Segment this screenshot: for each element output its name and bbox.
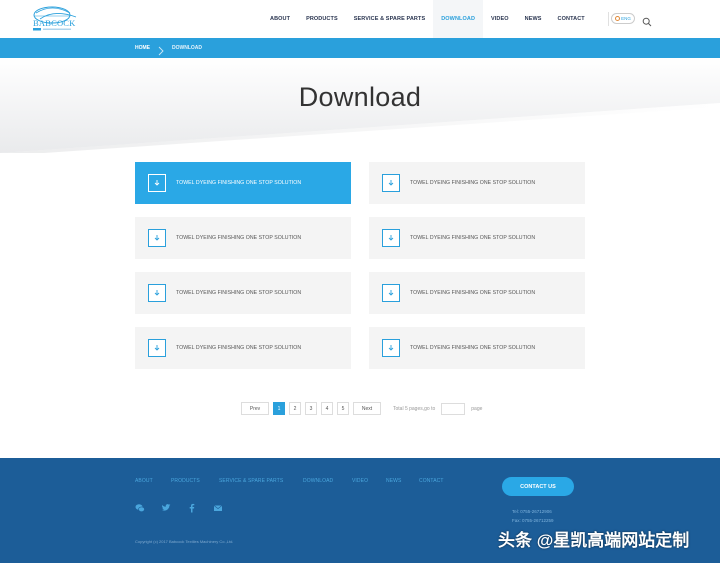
footer-link-contact[interactable]: CONTACT: [419, 478, 444, 484]
download-card-label: TOWEL DYEING FINISHING ONE STOP SOLUTION: [176, 290, 302, 296]
nav-item-service-spare-parts[interactable]: SERVICE & SPARE PARTS: [346, 0, 433, 38]
nav-item-video[interactable]: VIDEO: [483, 0, 517, 38]
watermark-text: 头条 @星凯高端网站定制: [498, 531, 690, 550]
download-card-label: TOWEL DYEING FINISHING ONE STOP SOLUTION: [176, 180, 302, 186]
nav-item-products[interactable]: PRODUCTS: [298, 0, 346, 38]
wechat-icon[interactable]: [135, 500, 145, 513]
page-button-4[interactable]: 4: [321, 402, 333, 415]
download-card-label: TOWEL DYEING FINISHING ONE STOP SOLUTION: [410, 180, 536, 186]
page-button-1[interactable]: 1: [273, 402, 285, 415]
page-button-2[interactable]: 2: [289, 402, 301, 415]
language-switch[interactable]: ENG: [611, 13, 635, 24]
prev-page-button[interactable]: Prev: [241, 402, 269, 415]
footer-link-products[interactable]: PRODUCTS: [171, 478, 200, 484]
logo-text: BABCOCK: [33, 18, 76, 28]
email-icon[interactable]: [213, 500, 223, 511]
facebook-icon[interactable]: [187, 500, 197, 513]
page-button-5[interactable]: 5: [337, 402, 349, 415]
download-card[interactable]: TOWEL DYEING FINISHING ONE STOP SOLUTION: [135, 217, 351, 259]
breadcrumb-home[interactable]: HOME: [135, 38, 150, 58]
search-icon[interactable]: [642, 14, 652, 27]
language-label: ENG: [621, 16, 631, 21]
download-icon: [382, 339, 400, 357]
footer-link-video[interactable]: VIDEO: [352, 478, 368, 484]
go-to-page-input[interactable]: [441, 402, 466, 415]
footer-link-about[interactable]: ABOUT: [135, 478, 153, 484]
breadcrumb-current: DOWNLOAD: [172, 45, 202, 51]
download-card-label: TOWEL DYEING FINISHING ONE STOP SOLUTION: [176, 345, 302, 351]
download-icon: [382, 229, 400, 247]
pagination-summary: Total 5 pages,go to: [393, 405, 436, 412]
download-card[interactable]: TOWEL DYEING FINISHING ONE STOP SOLUTION: [135, 327, 351, 369]
pagination-page-suffix: page: [471, 405, 483, 412]
nav-item-news[interactable]: NEWS: [517, 0, 550, 38]
download-card[interactable]: TOWEL DYEING FINISHING ONE STOP SOLUTION: [369, 162, 585, 204]
pagination: Prev 1 2 3 4 5 Next Total 5 pages,go to …: [241, 402, 482, 415]
footer-tel: Tel: 0755-26712906: [512, 509, 552, 514]
download-card-label: TOWEL DYEING FINISHING ONE STOP SOLUTION: [410, 235, 536, 241]
next-page-button[interactable]: Next: [353, 402, 381, 415]
nav-item-about[interactable]: ABOUT: [262, 0, 298, 38]
chevron-right-icon: [158, 43, 164, 56]
download-card[interactable]: TOWEL DYEING FINISHING ONE STOP SOLUTION: [369, 272, 585, 314]
page-title: Download: [298, 82, 422, 112]
download-icon: [382, 284, 400, 302]
download-icon: [382, 174, 400, 192]
download-icon: [148, 284, 166, 302]
contact-us-button[interactable]: CONTACT US: [502, 477, 574, 496]
download-card-label: TOWEL DYEING FINISHING ONE STOP SOLUTION: [176, 235, 302, 241]
footer-link-news[interactable]: NEWS: [386, 478, 401, 484]
globe-icon: [615, 16, 621, 21]
site-header: BABCOCK ABOUT PRODUCTS SERVICE & SPARE P…: [0, 0, 720, 38]
download-icon: [148, 339, 166, 357]
page-button-3[interactable]: 3: [305, 402, 317, 415]
copyright-text: Copyright (c) 2017 Babcock Textiles Mach…: [135, 539, 234, 544]
footer-fax: Fax: 0755-26712259: [512, 518, 554, 523]
breadcrumb: HOME DOWNLOAD: [0, 38, 720, 58]
main-nav: ABOUT PRODUCTS SERVICE & SPARE PARTS DOW…: [262, 0, 593, 38]
download-card[interactable]: TOWEL DYEING FINISHING ONE STOP SOLUTION: [135, 162, 351, 204]
download-card-label: TOWEL DYEING FINISHING ONE STOP SOLUTION: [410, 290, 536, 296]
download-card[interactable]: TOWEL DYEING FINISHING ONE STOP SOLUTION: [135, 272, 351, 314]
download-card[interactable]: TOWEL DYEING FINISHING ONE STOP SOLUTION: [369, 327, 585, 369]
twitter-icon[interactable]: [161, 500, 171, 511]
nav-item-contact[interactable]: CONTACT: [550, 0, 593, 38]
download-icon: [148, 229, 166, 247]
nav-item-download[interactable]: DOWNLOAD: [433, 0, 484, 38]
download-card-label: TOWEL DYEING FINISHING ONE STOP SOLUTION: [410, 345, 536, 351]
download-icon: [148, 174, 166, 192]
brand-logo[interactable]: BABCOCK: [30, 5, 88, 33]
footer-link-service-spare-parts[interactable]: SERVICE & SPARE PARTS: [219, 478, 283, 484]
footer-link-download[interactable]: DOWNLOAD: [303, 478, 333, 484]
download-card[interactable]: TOWEL DYEING FINISHING ONE STOP SOLUTION: [369, 217, 585, 259]
nav-divider: [608, 12, 609, 26]
